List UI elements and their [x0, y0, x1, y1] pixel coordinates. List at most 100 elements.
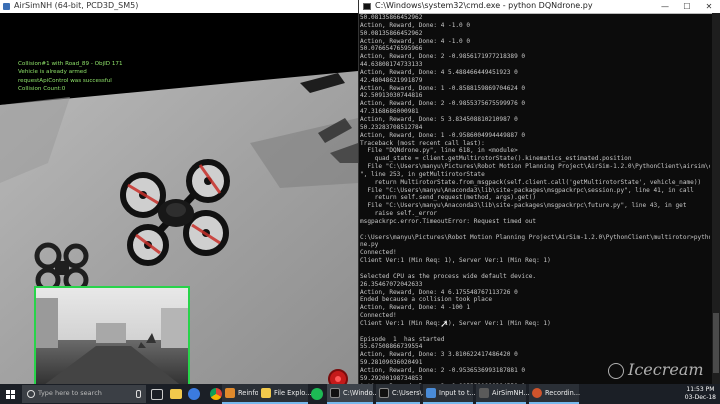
collision-status-overlay: Collision#1 with Road_89 - ObjID 171 Veh…: [18, 60, 123, 94]
console-line: ne.py: [360, 241, 379, 249]
store-icon[interactable]: [188, 388, 200, 400]
console-line: 47.3168686000981: [360, 108, 419, 116]
search-icon: [27, 390, 35, 398]
record-button[interactable]: [328, 369, 348, 384]
console-line: Action, Reward, Done: 4 6.17554876711372…: [360, 288, 518, 296]
console-line: return self.send_request(method, args).g…: [360, 194, 537, 202]
depth-camera-subwindow: [34, 286, 190, 384]
taskbar-app-airsim[interactable]: AirSimNH...: [476, 384, 530, 404]
console-line: 50.08135866452962: [360, 14, 423, 21]
clock-date: 03-Dec-18: [684, 394, 716, 401]
windows-logo-icon: [6, 390, 10, 394]
cmd-window[interactable]: C:\Windows\system32\cmd.exe - python DQN…: [358, 0, 720, 384]
unreal-app-icon: [3, 3, 10, 10]
console-line: Action, Reward, Done: 4 5.48846644945192…: [360, 68, 518, 76]
console-line: File "C:\Users\manyu\Anaconda3\lib\site-…: [360, 186, 694, 194]
watermark-text: Icecream: [628, 360, 704, 379]
cmd-window-title: C:\Windows\system32\cmd.exe - python DQN…: [375, 1, 593, 10]
spotify-icon[interactable]: [311, 388, 323, 400]
app-icon: [426, 388, 436, 398]
maximize-button[interactable]: ☐: [676, 0, 698, 13]
icecream-watermark: Icecream: [608, 360, 718, 382]
console-line: ", line 253, in getMultirotorState: [360, 170, 485, 178]
icecream-logo-icon: [608, 362, 624, 379]
console-line: Action, Reward, Done: 3 3.81062241748642…: [360, 351, 518, 359]
app-label: Recordin...: [545, 389, 581, 397]
start-button[interactable]: [0, 384, 22, 404]
search-placeholder: Type here to search: [38, 389, 102, 397]
airsim-titlebar[interactable]: AirSimNH (64-bit, PCD3D_SM5): [0, 0, 358, 14]
console-line: File "C:\Users\manyu\Pictures\Robot Moti…: [360, 163, 710, 171]
console-line: 50.07665476595966: [360, 45, 423, 53]
chrome-icon[interactable]: [210, 388, 222, 400]
taskbar-app-cmd-users[interactable]: C:\Users\...: [376, 384, 428, 404]
explorer-icon[interactable]: [170, 389, 182, 399]
taskbar-app-input[interactable]: Input to t...: [423, 384, 476, 404]
taskbar-app-recording[interactable]: Recordin...: [529, 384, 581, 404]
console-line: 42.50913030744816: [360, 92, 423, 100]
minimize-button[interactable]: —: [654, 0, 676, 13]
app-label: C:\Windo...: [343, 389, 379, 397]
console-line: msgpackrpc.error.TimeoutError: Request t…: [360, 217, 537, 225]
status-line: Collision#1 with Road_89 - ObjID 171: [18, 61, 123, 67]
folder-icon: [261, 388, 271, 398]
taskbar-search-box[interactable]: Type here to search: [22, 385, 146, 403]
console-line: Action, Reward, Done: 4 -100 1: [360, 304, 471, 312]
taskbar: Type here to search Reinforce... File Ex…: [0, 384, 720, 404]
console-line: Connected!: [360, 312, 397, 320]
task-view-icon[interactable]: [151, 389, 163, 400]
status-line: Collision Count:0: [18, 86, 66, 93]
status-line: requestApiControl was successful: [18, 77, 112, 84]
depth-view-render: [36, 288, 188, 384]
cmd-app-icon: [363, 3, 371, 10]
console-line: Action, Reward, Done: 4 -1.0 0: [360, 37, 471, 45]
microphone-icon[interactable]: [136, 390, 141, 398]
console-line: return MultirotorState.from_msgpack(self…: [360, 178, 702, 186]
app-label: AirSimNH...: [492, 389, 530, 397]
unreal-icon: [479, 388, 489, 398]
console-line: 44.63808174733133: [360, 61, 423, 69]
taskbar-app-file-explorer[interactable]: File Explo...: [258, 384, 311, 404]
console-line: 42.48048621991879: [360, 76, 423, 84]
icecream-recorder-icon: [532, 388, 542, 398]
console-output[interactable]: 50.08135866452962 Action, Reward, Done: 4…: [360, 14, 710, 384]
console-line: 55.67508866739554: [360, 343, 423, 351]
console-line: quad_state = client.getMultirotorState()…: [360, 155, 632, 163]
console-scrollbar[interactable]: [712, 13, 720, 384]
console-line: File "C:\Users\manyu\Anaconda3\lib\site-…: [360, 202, 687, 210]
console-line: Connected!: [360, 249, 397, 257]
cmd-titlebar[interactable]: C:\Windows\system32\cmd.exe - python DQN…: [359, 0, 720, 14]
console-line: Action, Reward, Done: 1 -0.8588159869704…: [360, 84, 526, 92]
console-line: Episode 1 has started: [360, 335, 445, 343]
console-line: 50.23283708512784: [360, 123, 423, 131]
airsim-window[interactable]: AirSimNH (64-bit, PCD3D_SM5) Collision#1…: [0, 0, 358, 384]
close-button[interactable]: ✕: [698, 0, 720, 13]
clock[interactable]: 11:53 PM 03-Dec-18: [685, 386, 716, 402]
simulation-viewport[interactable]: Collision#1 with Road_89 - ObjID 171 Veh…: [0, 13, 358, 384]
mouse-cursor-icon: ➚: [440, 319, 449, 330]
console-line: raise self._error: [360, 210, 438, 218]
console-line: Ended because a collision took place: [360, 296, 493, 304]
console-line: Traceback (most recent call last):: [360, 139, 485, 147]
app-icon: [225, 388, 235, 398]
console-line: Client Ver:1 (Min Req: 1), Server Ver:1 …: [360, 319, 551, 327]
console-line: C:\Users\manyu\Pictures\Robot Motion Pla…: [360, 233, 710, 241]
app-label: Input to t...: [439, 389, 476, 397]
console-line: File "DQNdrone.py", line 618, in <module…: [360, 147, 518, 155]
console-line: 26.35467072042633: [360, 280, 423, 288]
console-line: Action, Reward, Done: 5 3.83450881021098…: [360, 115, 518, 123]
clock-time: 11:53 PM: [686, 386, 715, 393]
console-line: Action, Reward, Done: 2 -0.9855375675599…: [360, 100, 526, 108]
taskbar-app-cmd-windows[interactable]: C:\Windo...: [327, 384, 379, 404]
console-line: Selected CPU as the process wide default…: [360, 272, 537, 280]
status-line: Vehicle is already armed: [18, 69, 87, 76]
console-line: 50.08135866452962: [360, 29, 423, 37]
console-line: Action, Reward, Done: 4 -1.0 0: [360, 21, 471, 29]
airsim-window-title: AirSimNH (64-bit, PCD3D_SM5): [14, 1, 139, 10]
system-tray[interactable]: 11:53 PM 03-Dec-18: [658, 384, 720, 404]
console-line: Action, Reward, Done: 2 -0.9856171977218…: [360, 53, 526, 61]
console-line: Action, Reward, Done: 1 -0.9586004994449…: [360, 131, 526, 139]
